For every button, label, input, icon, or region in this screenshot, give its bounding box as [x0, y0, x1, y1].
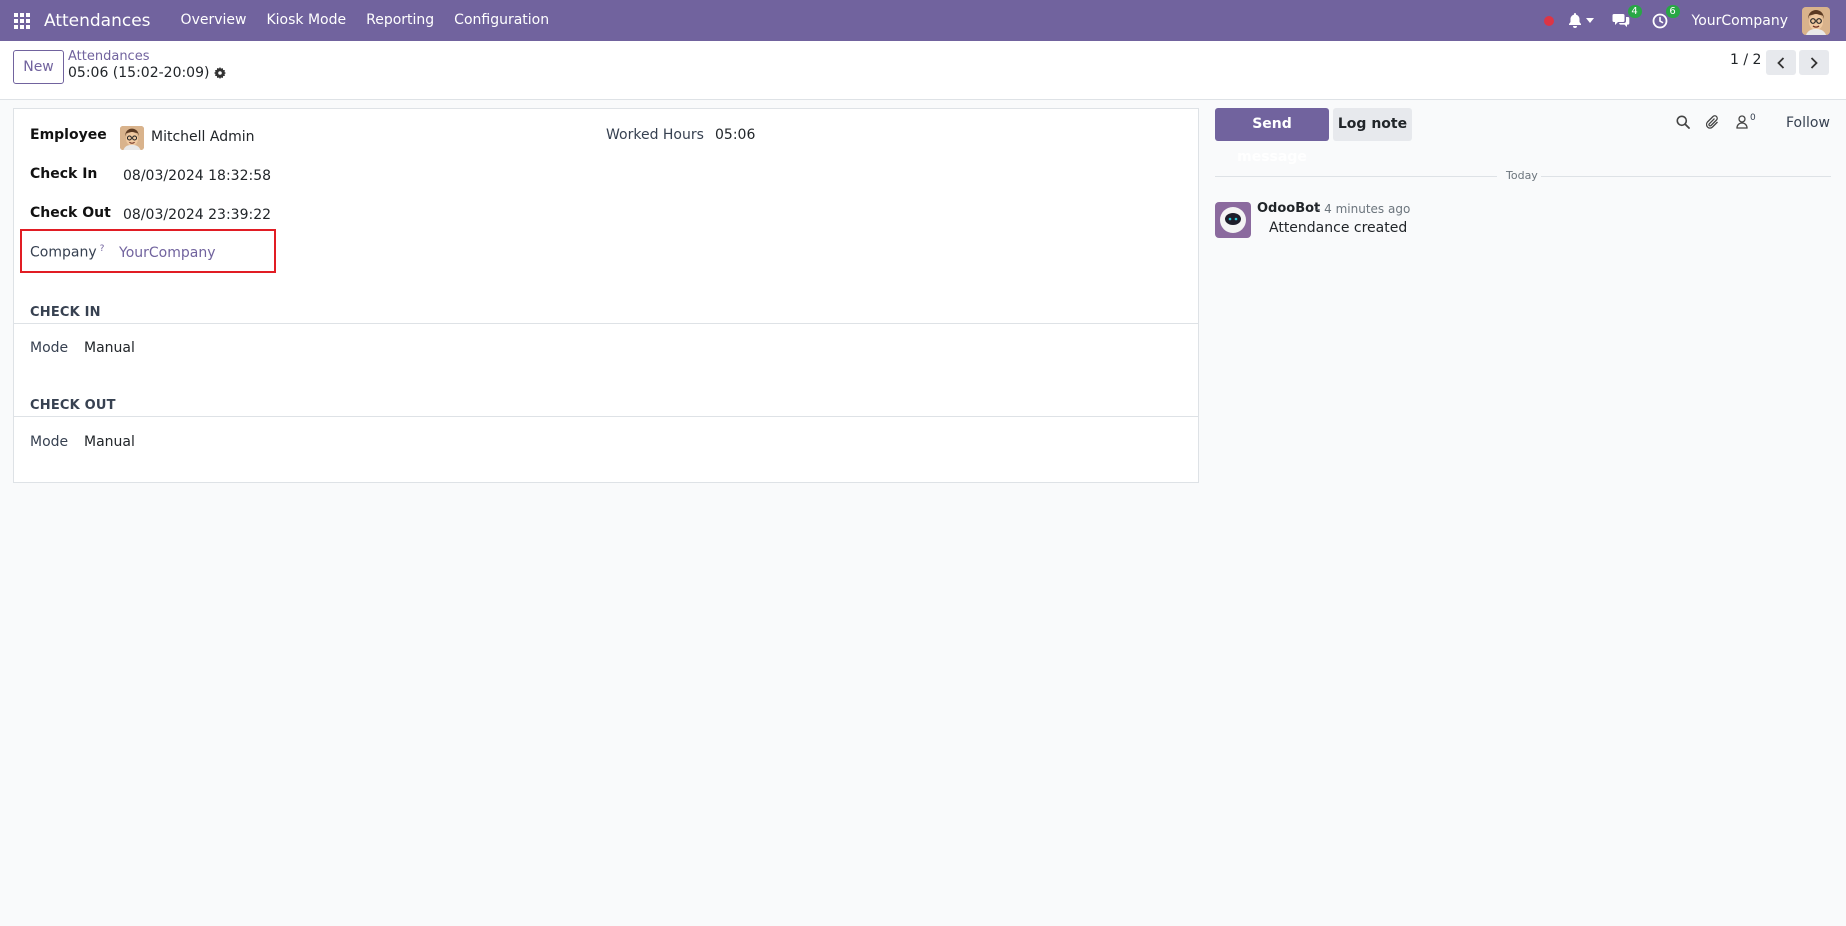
check-out-mode-field[interactable]: Manual	[84, 434, 135, 450]
paperclip-icon[interactable]	[1706, 115, 1720, 130]
check-in-field[interactable]: 08/03/2024 18:32:58	[123, 168, 271, 184]
activities-clock-icon[interactable]: 6	[1652, 4, 1680, 29]
top-navbar: Attendances Overview Kiosk Mode Reportin…	[0, 0, 1846, 41]
employee-label: Employee	[30, 127, 107, 143]
section-divider	[14, 323, 1198, 324]
notifications-bell-icon[interactable]	[1568, 13, 1594, 28]
messages-badge: 4	[1627, 5, 1642, 18]
navbar-systray: 4 6 YourCompany	[1543, 0, 1846, 41]
search-icon[interactable]	[1676, 115, 1690, 129]
send-message-button[interactable]: Send message	[1215, 108, 1329, 165]
message-body: Attendance created	[1269, 220, 1408, 236]
form-sheet: Employee Mitchell Admin Worked Hours 05:…	[13, 108, 1199, 483]
follow-button[interactable]: Follow	[1786, 115, 1830, 131]
followers-icon[interactable]: 0	[1736, 113, 1756, 129]
record-title: 05:06 (15:02-20:09)	[68, 65, 210, 81]
log-note-button[interactable]: Log note	[1333, 108, 1412, 141]
section-divider	[14, 416, 1198, 417]
company-switcher[interactable]: YourCompany	[1692, 13, 1789, 29]
pager-previous-button[interactable]	[1766, 50, 1796, 75]
recording-indicator-icon[interactable]	[1543, 15, 1554, 26]
user-avatar[interactable]	[1802, 6, 1830, 35]
worked-hours-value: 05:06	[715, 127, 756, 143]
company-label: Company?	[30, 244, 105, 261]
section-check-out-title: CHECK OUT	[30, 398, 116, 413]
new-button[interactable]: New	[13, 50, 64, 84]
check-in-label: Check In	[30, 166, 98, 182]
menu-kiosk-mode[interactable]: Kiosk Mode	[256, 0, 356, 41]
breadcrumb-current: 05:06 (15:02-20:09)	[68, 65, 227, 81]
message-timestamp: - 4 minutes ago	[1316, 202, 1411, 216]
check-out-label: Check Out	[30, 205, 111, 221]
control-panel: New Attendances 05:06 (15:02-20:09) 1 / …	[0, 41, 1846, 100]
pager-next-button[interactable]	[1799, 50, 1829, 75]
message-author[interactable]: OdooBot	[1257, 201, 1320, 216]
pager-value[interactable]: 1 / 2	[1730, 52, 1761, 68]
messages-icon[interactable]: 4	[1612, 5, 1642, 28]
gear-icon[interactable]	[214, 67, 227, 79]
chevron-left-icon	[1777, 56, 1785, 69]
app-title[interactable]: Attendances	[44, 11, 151, 31]
menu-overview[interactable]: Overview	[171, 0, 257, 41]
followers-count: 0	[1750, 113, 1756, 123]
menu-reporting[interactable]: Reporting	[356, 0, 444, 41]
company-field[interactable]: YourCompany	[119, 245, 216, 261]
chevron-right-icon	[1810, 56, 1818, 69]
check-in-mode-label: Mode	[30, 340, 69, 356]
employee-avatar	[120, 126, 144, 150]
date-separator-label: Today	[1506, 169, 1538, 182]
odoobot-avatar	[1215, 202, 1251, 238]
section-check-in-title: CHECK IN	[30, 305, 101, 320]
date-separator-line	[1541, 176, 1831, 177]
employee-field[interactable]: Mitchell Admin	[151, 129, 255, 145]
check-out-field[interactable]: 08/03/2024 23:39:22	[123, 207, 271, 223]
help-tooltip-icon[interactable]: ?	[100, 244, 105, 254]
menu-configuration[interactable]: Configuration	[444, 0, 559, 41]
activities-badge: 6	[1665, 4, 1680, 18]
check-out-mode-label: Mode	[30, 434, 69, 450]
date-separator-line	[1215, 176, 1497, 177]
check-in-mode-field[interactable]: Manual	[84, 340, 135, 356]
worked-hours-label: Worked Hours	[606, 127, 704, 143]
breadcrumb-parent[interactable]: Attendances	[68, 49, 149, 64]
apps-menu-icon[interactable]	[0, 0, 44, 41]
